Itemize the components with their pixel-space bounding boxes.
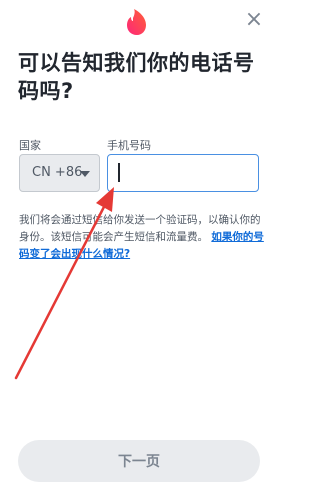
page-title: 可以告知我们你的电话号码吗? <box>18 51 255 103</box>
text-cursor <box>118 163 120 182</box>
verification-help-text: 我们将会通过短信给你发送一个验证码，以确认你的身份。该短信可能会产生短信和流量费… <box>19 212 264 263</box>
top-bar: × <box>0 0 278 44</box>
country-code-value: CN +86 <box>32 165 83 180</box>
close-icon[interactable]: × <box>242 8 266 32</box>
phone-number-input[interactable] <box>107 154 259 192</box>
tinder-flame-icon <box>127 9 146 35</box>
country-label: 国家 <box>19 139 41 152</box>
next-button[interactable]: 下一页 <box>18 440 260 482</box>
country-code-select[interactable]: CN +86 <box>19 154 100 192</box>
phone-label: 手机号码 <box>107 139 151 152</box>
chevron-down-icon <box>80 171 90 177</box>
